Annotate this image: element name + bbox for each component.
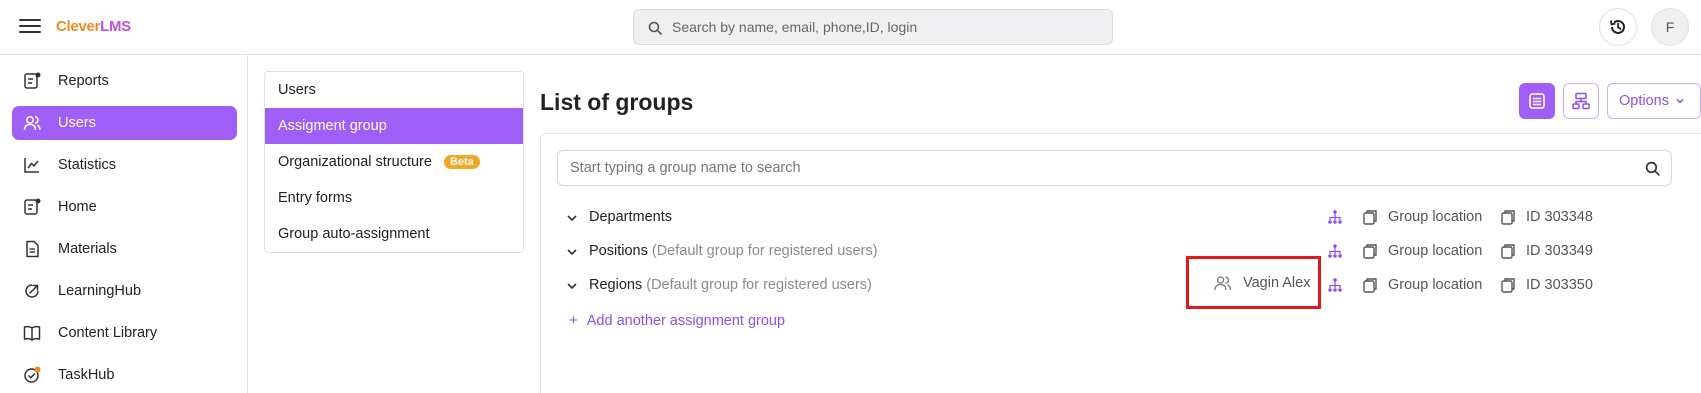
history-icon [1610, 19, 1625, 34]
hierarchy-icon[interactable] [1327, 243, 1343, 259]
copy-icon [1363, 210, 1377, 225]
beta-badge: Beta [443, 155, 480, 169]
group-search[interactable] [557, 150, 1672, 186]
sidebar-item-reports[interactable]: Reports [12, 64, 237, 98]
sidebar-item-taskhub[interactable]: TaskHub [12, 358, 237, 392]
chevron-down-icon [1676, 98, 1684, 104]
plus-icon: + [569, 312, 578, 329]
chevron-down-icon[interactable] [565, 245, 579, 259]
submenu-item-label: Entry forms [278, 190, 353, 206]
sidebar-item-label: Home [58, 199, 97, 215]
home-icon [21, 196, 43, 218]
add-group-button[interactable]: + Add another assignment group [569, 312, 785, 329]
taskhub-icon [21, 364, 43, 386]
submenu-item-organizational-structure[interactable]: Organizational structure Beta [265, 144, 523, 180]
group-location-link[interactable]: Group location [1362, 243, 1482, 259]
submenu-item-label: Users [278, 82, 316, 98]
book-icon [21, 322, 43, 344]
learninghub-icon [21, 280, 43, 302]
top-bar: CleverLMS F [0, 0, 1701, 55]
menu-icon[interactable] [19, 16, 41, 36]
group-id[interactable]: ID 303348 [1500, 209, 1593, 225]
options-label: Options [1619, 93, 1669, 109]
sidebar-item-label: Reports [58, 73, 109, 89]
sidebar-item-content-library[interactable]: Content Library [12, 316, 237, 350]
sidebar-item-label: Content Library [58, 325, 158, 341]
group-row-regions: Regions (Default group for registered us… [565, 274, 1701, 298]
sidebar-item-label: Statistics [58, 157, 117, 173]
copy-icon [1501, 278, 1515, 293]
sidebar-item-users[interactable]: Users [12, 106, 237, 140]
owner-name: Vagin Alex [1243, 274, 1311, 291]
group-id[interactable]: ID 303350 [1500, 277, 1593, 293]
search-icon[interactable] [1645, 161, 1660, 176]
sidebar-item-statistics[interactable]: Statistics [12, 148, 237, 182]
logo[interactable]: CleverLMS [56, 18, 131, 35]
materials-icon [21, 238, 43, 260]
tree-view-button[interactable] [1563, 83, 1599, 119]
copy-icon [1501, 244, 1515, 259]
sidebar: Reports Users Statistics Home Materials … [0, 55, 248, 393]
group-location-link[interactable]: Group location [1362, 209, 1482, 225]
group-owner[interactable]: Vagin Alex [1186, 256, 1321, 309]
sidebar-item-label: Materials [58, 241, 117, 257]
group-search-input[interactable] [570, 151, 1630, 185]
chevron-down-icon[interactable] [565, 279, 579, 293]
reports-icon [21, 70, 43, 92]
submenu-item-label: Organizational structure [278, 154, 432, 170]
users-submenu: Users Assigment group Organizational str… [264, 71, 524, 253]
global-search[interactable] [633, 9, 1113, 45]
submenu-item-entry-forms[interactable]: Entry forms [265, 180, 523, 216]
submenu-item-users[interactable]: Users [265, 72, 523, 108]
group-name[interactable]: Departments [589, 209, 672, 225]
submenu-item-label: Assigment group [278, 118, 387, 134]
group-row-positions: Positions (Default group for registered … [565, 240, 1701, 264]
add-group-label: Add another assignment group [586, 313, 786, 329]
copy-icon [1363, 278, 1377, 293]
group-location-link[interactable]: Group location [1362, 277, 1482, 293]
hierarchy-icon[interactable] [1327, 209, 1343, 225]
group-name[interactable]: Regions (Default group for registered us… [589, 277, 872, 293]
submenu-item-assignment-group[interactable]: Assigment group [265, 108, 523, 144]
search-icon [648, 21, 662, 35]
sidebar-item-home[interactable]: Home [12, 190, 237, 224]
statistics-icon [21, 154, 43, 176]
sidebar-item-label: Users [58, 115, 96, 131]
sidebar-item-label: LearningHub [58, 283, 142, 299]
group-id[interactable]: ID 303349 [1500, 243, 1593, 259]
group-name[interactable]: Positions (Default group for registered … [589, 243, 878, 259]
copy-icon [1501, 210, 1515, 225]
list-view-icon [1529, 93, 1545, 109]
group-row-departments: Departments Group location ID 303348 [565, 206, 1701, 230]
users-icon [21, 112, 43, 134]
sidebar-item-materials[interactable]: Materials [12, 232, 237, 266]
users-icon [1214, 275, 1232, 290]
history-button[interactable] [1599, 8, 1637, 46]
global-search-input[interactable] [672, 10, 1102, 44]
sidebar-item-learninghub[interactable]: LearningHub [12, 274, 237, 308]
avatar[interactable]: F [1651, 8, 1689, 46]
submenu-item-group-auto-assignment[interactable]: Group auto-assignment [265, 216, 523, 252]
page-title: List of groups [540, 89, 694, 115]
list-view-button[interactable] [1519, 83, 1555, 119]
copy-icon [1363, 244, 1377, 259]
options-button[interactable]: Options [1607, 83, 1701, 119]
sidebar-item-label: TaskHub [58, 367, 115, 383]
org-chart-icon [1572, 92, 1590, 110]
chevron-down-icon[interactable] [565, 211, 579, 225]
submenu-item-label: Group auto-assignment [278, 226, 430, 242]
hierarchy-icon[interactable] [1327, 277, 1343, 293]
